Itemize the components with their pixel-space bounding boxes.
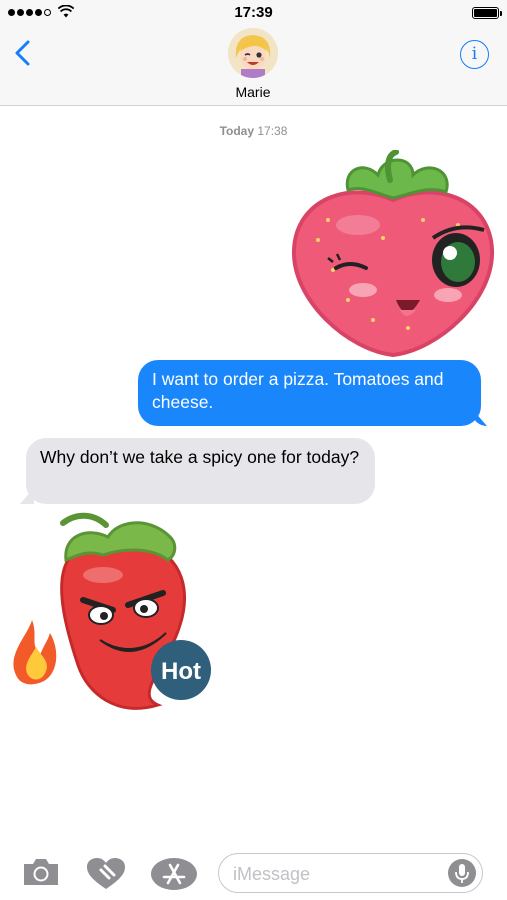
digital-touch-button[interactable] [85,857,127,891]
outgoing-message-bubble[interactable]: I want to order a pizza. Tomatoes and ch… [138,360,481,426]
status-time: 17:39 [234,4,273,21]
microphone-button[interactable] [448,859,476,887]
info-button[interactable]: i [460,40,489,69]
avatar [228,28,278,78]
message-input[interactable] [233,861,433,887]
message-input-field[interactable] [218,853,483,893]
input-bar [0,840,507,900]
microphone-icon [455,864,469,883]
app-store-icon [151,858,197,890]
timestamp-day: Today [219,124,255,138]
app-store-button[interactable] [150,857,198,891]
back-button[interactable] [10,38,38,68]
chili-pepper-hot-sticker[interactable]: Hot [8,505,213,715]
timestamp-time: 17:38 [257,124,288,138]
message-timestamp: Today 17:38 [0,124,507,138]
battery-icon [472,7,502,19]
contact-name: Marie [235,84,271,100]
hot-label: Hot [161,658,201,685]
camera-button[interactable] [22,857,60,887]
status-bar: 17:39 [0,0,507,24]
incoming-message-bubble[interactable]: Why don’t we take a spicy one for today? [26,438,375,504]
contact-header[interactable]: Marie [203,28,303,100]
navigation-bar: Marie i [0,24,507,106]
camera-icon [24,859,58,885]
strawberry-winking-sticker[interactable] [288,149,498,360]
message-text: Why don’t we take a spicy one for today? [40,447,360,467]
info-icon: i [471,44,478,64]
message-text: I want to order a pizza. Tomatoes and ch… [152,369,444,412]
digital-touch-heart-icon [87,858,125,889]
chevron-left-icon [15,40,30,66]
